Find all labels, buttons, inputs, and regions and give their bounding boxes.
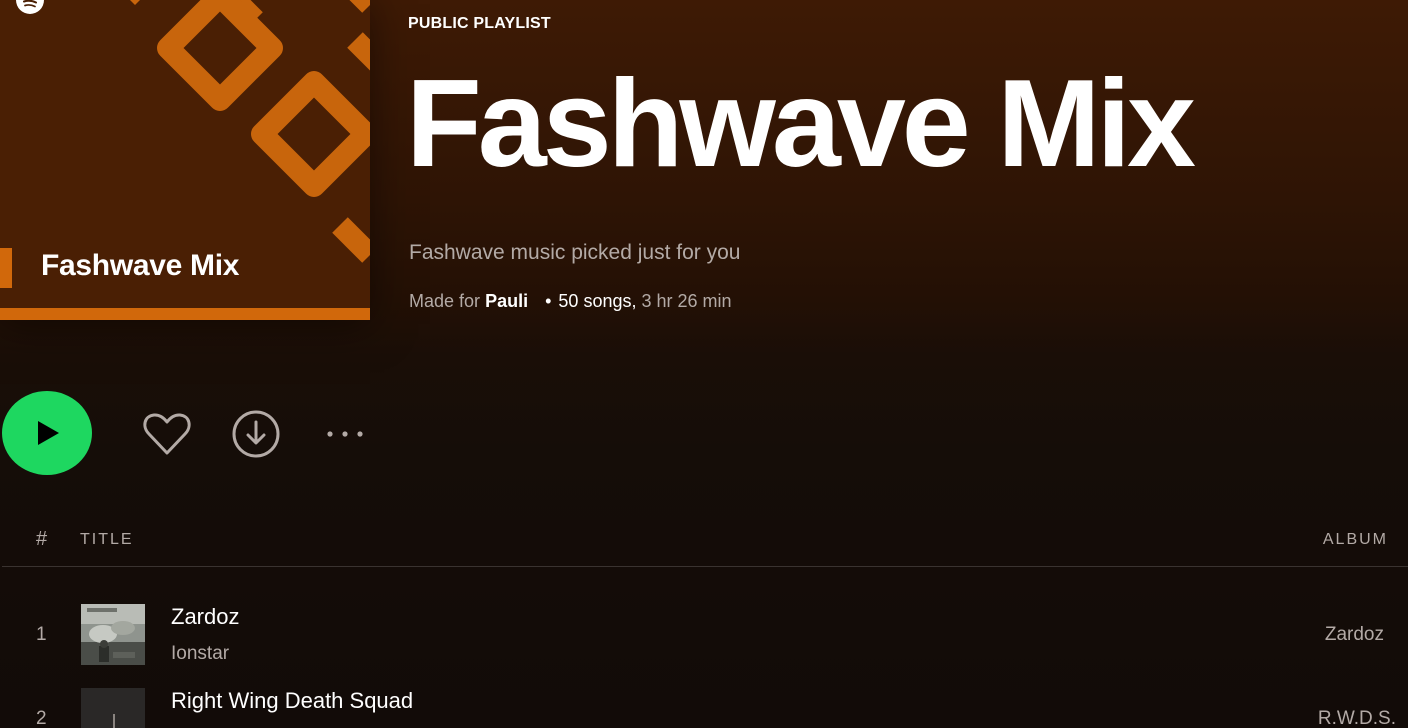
song-count: 50 songs, [558, 291, 637, 311]
table-divider [2, 566, 1408, 567]
track-row[interactable]: 2 Right Wing Death Squad R.W.D.S. [0, 684, 1408, 728]
meta-separator: • [545, 291, 552, 311]
track-title-link[interactable]: Right Wing Death Squad [171, 688, 413, 714]
download-button[interactable] [230, 408, 282, 460]
playlist-type-label: PUBLIC PLAYLIST [408, 15, 551, 32]
track-number: 2 [36, 708, 47, 728]
track-album-link[interactable]: R.W.D.S. [1318, 708, 1396, 728]
track-table-header: # TITLE ALBUM [0, 522, 1408, 558]
cover-accent-bar [0, 248, 12, 288]
track-artist-link[interactable]: Ionstar [171, 643, 229, 665]
column-title[interactable]: TITLE [80, 531, 134, 549]
track-album-link[interactable]: Zardoz [1325, 624, 1384, 646]
track-artwork [81, 604, 145, 665]
download-icon [232, 410, 280, 458]
playlist-duration: 3 hr 26 min [641, 291, 732, 311]
more-icon [327, 431, 363, 437]
playlist-title: Fashwave Mix [406, 55, 1196, 193]
column-album[interactable]: ALBUM [1323, 531, 1388, 549]
playlist-cover[interactable]: Fashwave Mix [0, 0, 370, 320]
meta-prefix: Made for [409, 291, 481, 311]
play-button[interactable] [2, 391, 92, 475]
owner-link[interactable]: Pauli [485, 291, 528, 311]
heart-icon [143, 413, 191, 455]
column-number: # [36, 528, 48, 550]
track-number: 1 [36, 624, 47, 645]
music-note-icon [113, 714, 115, 728]
track-artwork [81, 688, 145, 728]
more-options-button[interactable] [320, 420, 370, 448]
like-button[interactable] [140, 408, 194, 460]
playlist-meta: Made for Pauli • 50 songs, 3 hr 26 min [409, 291, 732, 312]
play-icon [38, 421, 59, 445]
track-title-link[interactable]: Zardoz [171, 604, 239, 630]
album-cover-image [81, 604, 145, 665]
playlist-page: Fashwave Mix PUBLIC PLAYLIST Fashwave Mi… [0, 0, 1408, 728]
spotify-logo-icon [16, 0, 44, 14]
track-row[interactable]: 1 Zardoz Ionstar Zardoz [0, 596, 1408, 676]
cover-bottom-bar [0, 308, 370, 320]
playlist-description: Fashwave music picked just for you [409, 241, 741, 264]
cover-title: Fashwave Mix [41, 249, 240, 282]
